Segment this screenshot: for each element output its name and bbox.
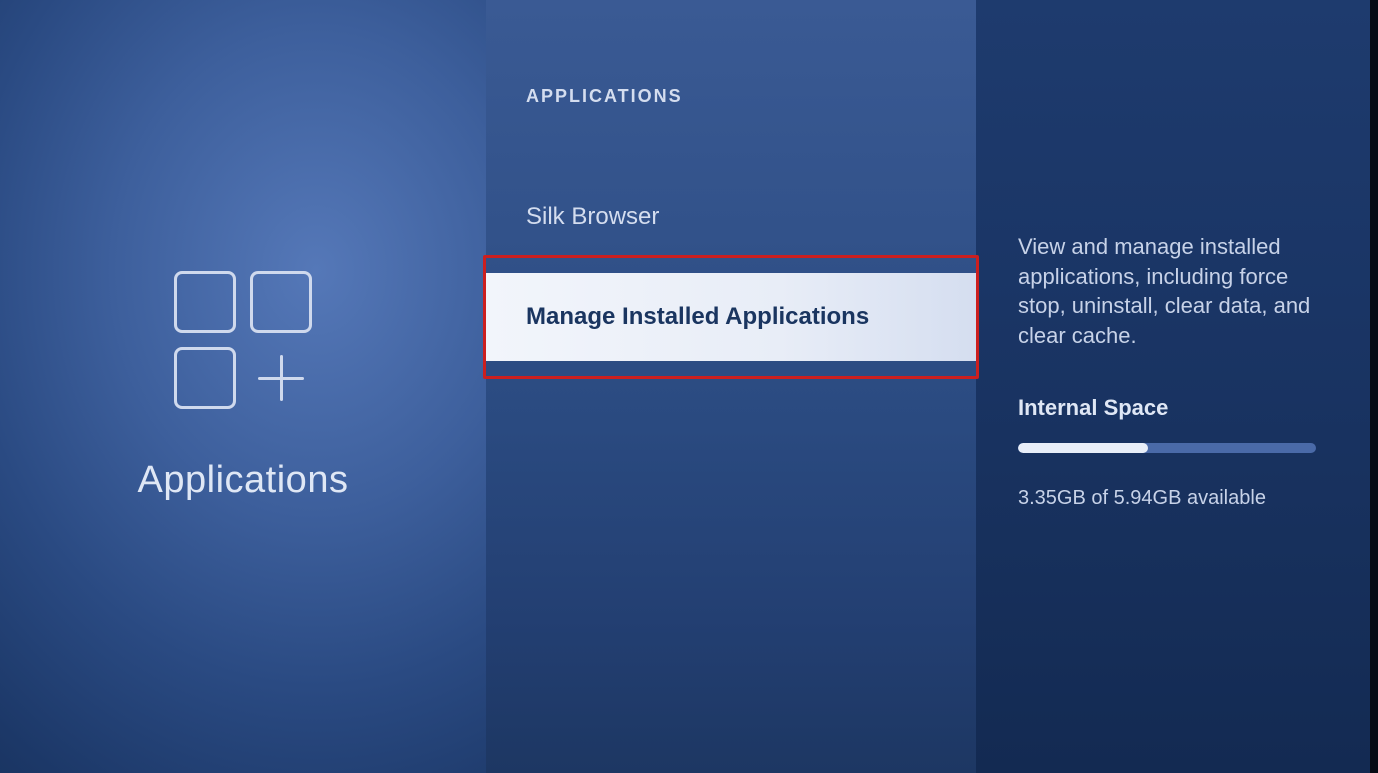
menu-item-wrapper: Manage Installed Applications	[486, 273, 976, 361]
plus-icon	[250, 347, 312, 409]
menu-panel: APPLICATIONS Silk Browser Manage Install…	[486, 0, 976, 773]
menu-item-manage-installed-applications[interactable]: Manage Installed Applications	[486, 273, 976, 361]
app-square-icon	[174, 347, 236, 409]
item-description: View and manage installed applications, …	[1018, 232, 1334, 351]
menu-item-silk-browser[interactable]: Silk Browser	[486, 187, 976, 247]
storage-progress-bar	[1018, 443, 1316, 453]
screen-edge	[1370, 0, 1378, 773]
detail-panel: View and manage installed applications, …	[976, 0, 1370, 773]
left-panel: Applications	[0, 0, 486, 773]
app-square-icon	[174, 271, 236, 333]
app-square-icon	[250, 271, 312, 333]
storage-progress-fill	[1018, 443, 1148, 453]
storage-text: 3.35GB of 5.94GB available	[1018, 487, 1334, 510]
section-header: APPLICATIONS	[526, 86, 976, 107]
left-panel-title: Applications	[138, 459, 349, 502]
storage-title: Internal Space	[1018, 395, 1334, 421]
applications-icon	[174, 271, 312, 409]
